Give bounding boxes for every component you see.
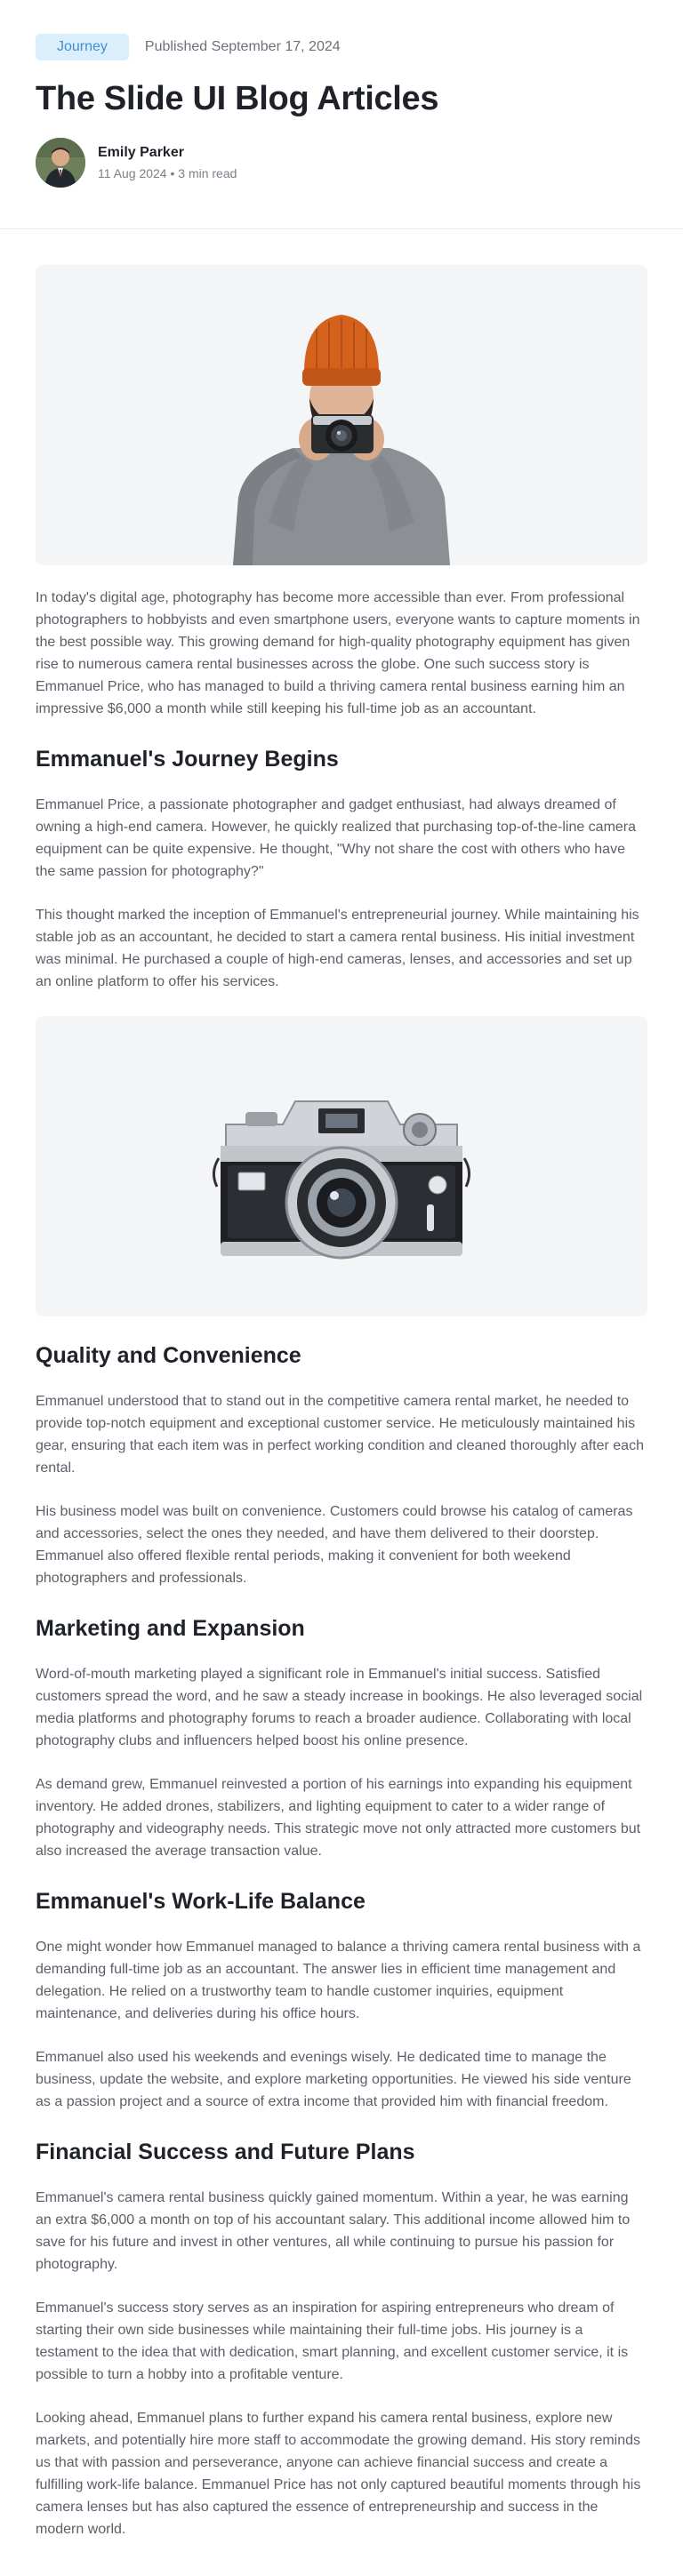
avatar-image-icon bbox=[36, 138, 85, 188]
hero-image bbox=[36, 265, 647, 565]
page-title: The Slide UI Blog Articles bbox=[36, 80, 439, 117]
section-paragraph: Word-of-mouth marketing played a signifi… bbox=[36, 1667, 643, 1748]
section-paragraph: Emmanuel's success story serves as an in… bbox=[36, 2300, 629, 2382]
photographer-with-camera-icon bbox=[36, 265, 647, 565]
camera-image bbox=[36, 1016, 647, 1316]
published-date: Published September 17, 2024 bbox=[144, 39, 341, 54]
category-tag[interactable]: Journey bbox=[36, 34, 129, 60]
section-paragraph: Looking ahead, Emmanuel plans to further… bbox=[36, 2411, 641, 2537]
author-name[interactable]: Emily Parker bbox=[98, 145, 237, 161]
section-paragraph: His business model was built on convenie… bbox=[36, 1504, 633, 1586]
section-heading: Emmanuel's Journey Begins bbox=[36, 747, 339, 772]
section-heading: Emmanuel's Work-Life Balance bbox=[36, 1889, 366, 1914]
section-paragraph: Emmanuel also used his weekends and even… bbox=[36, 2050, 631, 2109]
author-meta: 11 Aug 2024 • 3 min read bbox=[98, 166, 237, 180]
article-body: In today's digital age, photography has … bbox=[0, 229, 683, 2576]
author-info: Emily Parker 11 Aug 2024 • 3 min read bbox=[98, 145, 237, 180]
vintage-camera-icon bbox=[36, 1016, 647, 1316]
meta-row: Journey Published September 17, 2024 bbox=[36, 34, 647, 60]
section-paragraph: Emmanuel's camera rental business quickl… bbox=[36, 2190, 631, 2272]
article-header: Journey Published September 17, 2024 The… bbox=[0, 0, 683, 229]
intro-paragraph: In today's digital age, photography has … bbox=[36, 590, 640, 716]
section-paragraph: This thought marked the inception of Emm… bbox=[36, 908, 639, 989]
section-paragraph: Emmanuel understood that to stand out in… bbox=[36, 1394, 644, 1476]
section-paragraph: Emmanuel Price, a passionate photographe… bbox=[36, 797, 637, 879]
section-heading: Quality and Convenience bbox=[36, 1343, 301, 1368]
author-block: Emily Parker 11 Aug 2024 • 3 min read bbox=[36, 138, 647, 188]
section-heading: Marketing and Expansion bbox=[36, 1616, 305, 1641]
section-paragraph: One might wonder how Emmanuel managed to… bbox=[36, 1940, 641, 2021]
avatar[interactable] bbox=[36, 138, 85, 188]
section-heading: Financial Success and Future Plans bbox=[36, 2140, 415, 2164]
section-paragraph: As demand grew, Emmanuel reinvested a po… bbox=[36, 1777, 641, 1859]
